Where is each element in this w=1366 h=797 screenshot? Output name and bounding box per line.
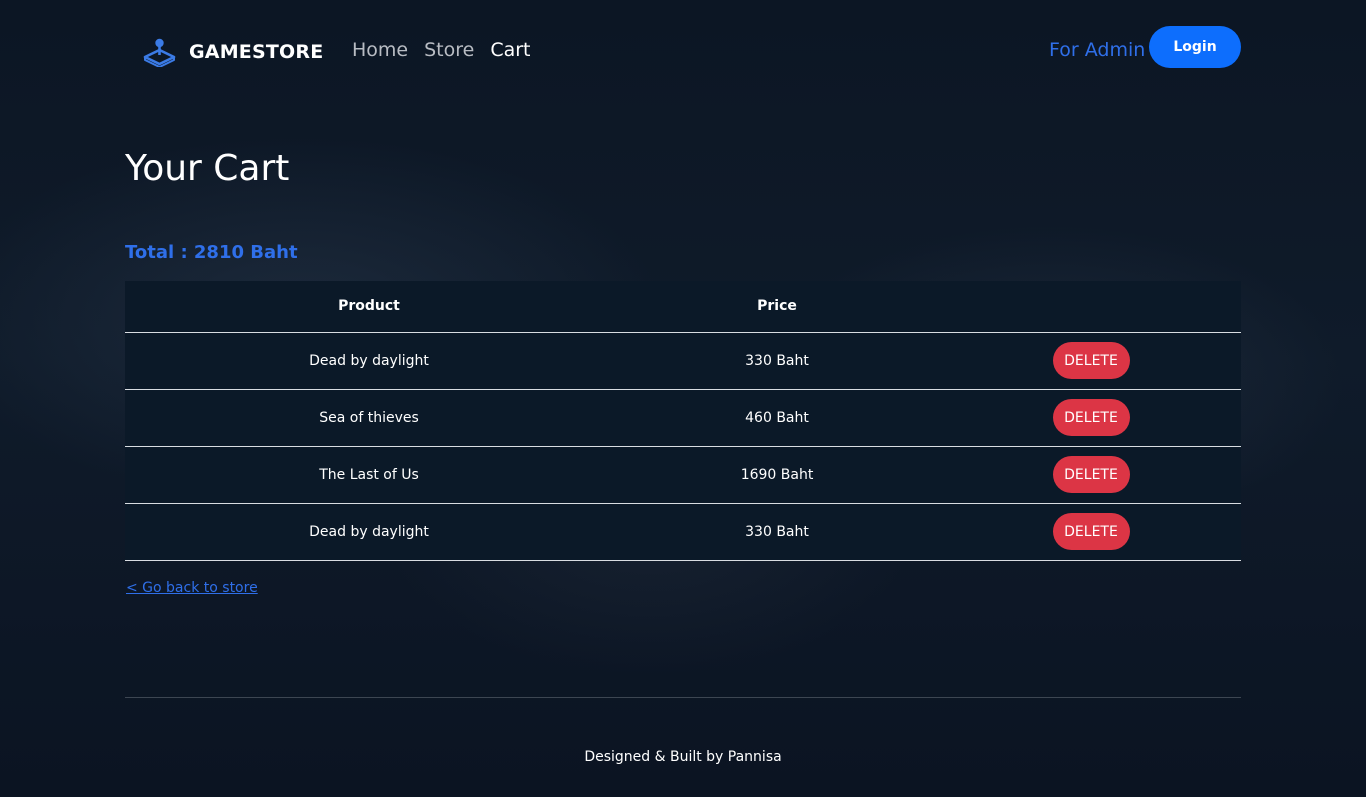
brand-link[interactable]: GAMESTORE (143, 34, 323, 70)
product-name: Dead by daylight (125, 503, 613, 561)
login-button[interactable]: Login (1149, 26, 1241, 68)
delete-button[interactable]: DELETE (1052, 513, 1130, 550)
action-cell: DELETE (941, 503, 1241, 561)
product-price: 330 Baht (613, 503, 941, 561)
delete-button[interactable]: DELETE (1052, 342, 1130, 379)
delete-button[interactable]: DELETE (1052, 456, 1130, 493)
action-cell: DELETE (941, 389, 1241, 447)
header-product: Product (125, 281, 613, 333)
nav-links: Home Store Cart (352, 36, 531, 64)
product-price: 1690 Baht (613, 446, 941, 504)
table-row: Dead by daylight 330 Baht DELETE (125, 503, 1241, 561)
page-title: Your Cart (125, 148, 290, 189)
action-cell: DELETE (941, 332, 1241, 390)
product-name: The Last of Us (125, 446, 613, 504)
footer-credit: Designed & Built by Pannisa (584, 749, 782, 765)
header-price: Price (613, 281, 941, 333)
header-action (941, 281, 1241, 333)
table-row: Sea of thieves 460 Baht DELETE (125, 389, 1241, 447)
table-row: Dead by daylight 330 Baht DELETE (125, 332, 1241, 390)
cart-total: Total : 2810 Baht (125, 242, 298, 263)
nav-link-store[interactable]: Store (424, 36, 474, 64)
product-name: Sea of thieves (125, 389, 613, 447)
joystick-icon (143, 37, 176, 67)
back-to-store-link[interactable]: < Go back to store (126, 580, 258, 596)
admin-link[interactable]: For Admin (1049, 36, 1145, 64)
page: GAMESTORE Home Store Cart For Admin Logi… (0, 0, 1366, 797)
product-price: 460 Baht (613, 389, 941, 447)
product-price: 330 Baht (613, 332, 941, 390)
brand-name: GAMESTORE (189, 41, 324, 63)
product-name: Dead by daylight (125, 332, 613, 390)
nav-link-home[interactable]: Home (352, 36, 408, 64)
nav-link-cart[interactable]: Cart (490, 36, 530, 64)
cart-table: Product Price Dead by daylight 330 Baht … (125, 281, 1241, 561)
action-cell: DELETE (941, 446, 1241, 504)
table-header-row: Product Price (125, 281, 1241, 333)
delete-button[interactable]: DELETE (1052, 399, 1130, 436)
table-row: The Last of Us 1690 Baht DELETE (125, 446, 1241, 504)
navbar: GAMESTORE Home Store Cart For Admin Logi… (0, 0, 1366, 100)
footer-divider (125, 697, 1241, 698)
